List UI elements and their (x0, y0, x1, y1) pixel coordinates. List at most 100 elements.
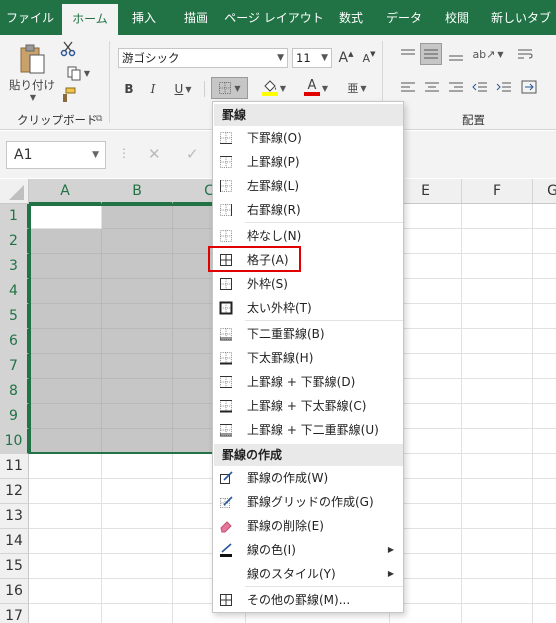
cell-a3[interactable] (29, 254, 102, 279)
phonetic-button[interactable]: 亜 ▼ (340, 77, 374, 99)
cell-b3[interactable] (102, 254, 173, 279)
clipboard-launcher-icon[interactable]: ⧉ (96, 114, 102, 124)
cell-f17[interactable] (462, 604, 533, 623)
cell-f12[interactable] (462, 479, 533, 504)
cell-g5[interactable] (533, 304, 556, 329)
row-header-3[interactable]: 3 (0, 254, 29, 279)
cell-f13[interactable] (462, 504, 533, 529)
row-header-5[interactable]: 5 (0, 304, 29, 329)
cell-b7[interactable] (102, 354, 173, 379)
cell-g15[interactable] (533, 554, 556, 579)
select-all-corner[interactable] (0, 179, 29, 204)
cell-b12[interactable] (102, 479, 173, 504)
tab-file[interactable]: ファイル (4, 0, 56, 35)
align-bottom-button[interactable] (446, 45, 466, 65)
font-color-button[interactable]: A ▼ (298, 77, 334, 99)
increase-indent-button[interactable] (494, 77, 514, 97)
row-header-16[interactable]: 16 (0, 579, 29, 604)
cell-f4[interactable] (462, 279, 533, 304)
cell-b10[interactable] (102, 429, 173, 454)
format-painter-button[interactable] (58, 85, 78, 105)
menu-item-bottom-border[interactable]: 下罫線(O) (214, 126, 403, 150)
cell-b2[interactable] (102, 229, 173, 254)
cell-a7[interactable] (29, 354, 102, 379)
borders-button[interactable]: ▼ (211, 77, 248, 99)
cell-b6[interactable] (102, 329, 173, 354)
column-header-f[interactable]: F (462, 179, 533, 204)
align-middle-button[interactable] (420, 43, 442, 65)
cell-a6[interactable] (29, 329, 102, 354)
row-header-6[interactable]: 6 (0, 329, 29, 354)
tab-data[interactable]: データ (380, 0, 428, 35)
column-header-a[interactable]: A (29, 179, 102, 204)
cell-a13[interactable] (29, 504, 102, 529)
cell-b4[interactable] (102, 279, 173, 304)
cell-a15[interactable] (29, 554, 102, 579)
align-right-button[interactable] (446, 77, 466, 97)
grow-font-button[interactable]: A ▲ (337, 48, 355, 68)
align-left-button[interactable] (398, 77, 418, 97)
cell-g4[interactable] (533, 279, 556, 304)
column-header-b[interactable]: B (102, 179, 173, 204)
merge-center-button[interactable] (518, 77, 540, 97)
cell-g9[interactable] (533, 404, 556, 429)
cell-f11[interactable] (462, 454, 533, 479)
cell-b14[interactable] (102, 529, 173, 554)
cell-g10[interactable] (533, 429, 556, 454)
menu-item-thick-bottom-border[interactable]: 下太罫線(H) (214, 346, 403, 370)
align-center-button[interactable] (422, 77, 442, 97)
cell-g2[interactable] (533, 229, 556, 254)
cell-g11[interactable] (533, 454, 556, 479)
cell-f3[interactable] (462, 254, 533, 279)
cell-b9[interactable] (102, 404, 173, 429)
menu-item-bottom-double-border[interactable]: 下二重罫線(B) (214, 322, 403, 346)
cell-g8[interactable] (533, 379, 556, 404)
cell-g17[interactable] (533, 604, 556, 623)
menu-item-no-border[interactable]: 枠なし(N) (214, 224, 403, 248)
cell-a4[interactable] (29, 279, 102, 304)
cell-g13[interactable] (533, 504, 556, 529)
cell-a12[interactable] (29, 479, 102, 504)
cell-b5[interactable] (102, 304, 173, 329)
cell-f8[interactable] (462, 379, 533, 404)
tab-review[interactable]: 校閲 (436, 0, 478, 35)
row-header-1[interactable]: 1 (0, 204, 29, 229)
confirm-entry-button[interactable]: ✓ (186, 145, 199, 163)
menu-item-draw-border[interactable]: 罫線の作成(W) (214, 466, 403, 490)
menu-item-thick-outside-borders[interactable]: 太い外枠(T) (214, 296, 403, 320)
italic-button[interactable]: I (144, 79, 162, 99)
menu-item-outside-borders[interactable]: 外枠(S) (214, 272, 403, 296)
cell-a9[interactable] (29, 404, 102, 429)
cell-f15[interactable] (462, 554, 533, 579)
cell-f2[interactable] (462, 229, 533, 254)
menu-item-line-color[interactable]: 線の色(I) ▶ (214, 538, 403, 562)
cell-f1[interactable] (462, 204, 533, 229)
cell-b8[interactable] (102, 379, 173, 404)
row-header-13[interactable]: 13 (0, 504, 29, 529)
shrink-font-button[interactable]: A ▼ (360, 48, 378, 68)
menu-item-top-thick-bottom-border[interactable]: 上罫線 + 下太罫線(C) (214, 394, 403, 418)
decrease-indent-button[interactable] (470, 77, 490, 97)
cell-g6[interactable] (533, 329, 556, 354)
cell-f6[interactable] (462, 329, 533, 354)
menu-item-left-border[interactable]: 左罫線(L) (214, 174, 403, 198)
fill-color-button[interactable]: ▼ (256, 77, 292, 99)
font-name-select[interactable]: 游ゴシック ▼ (118, 48, 288, 68)
menu-item-line-style[interactable]: 線のスタイル(Y) ▶ (214, 562, 403, 586)
cell-a5[interactable] (29, 304, 102, 329)
menu-item-top-bottom-border[interactable]: 上罫線 + 下罫線(D) (214, 370, 403, 394)
row-header-11[interactable]: 11 (0, 454, 29, 479)
tab-draw[interactable]: 描画 (172, 0, 220, 35)
cell-a16[interactable] (29, 579, 102, 604)
bold-button[interactable]: B (120, 79, 138, 99)
tab-home[interactable]: ホーム (62, 4, 118, 35)
row-header-4[interactable]: 4 (0, 279, 29, 304)
cell-a1[interactable] (29, 204, 102, 229)
cell-b16[interactable] (102, 579, 173, 604)
tab-new-tab[interactable]: 新しいタブ (486, 0, 556, 35)
cell-a2[interactable] (29, 229, 102, 254)
cell-b13[interactable] (102, 504, 173, 529)
cell-b1[interactable] (102, 204, 173, 229)
wrap-text-button[interactable] (514, 43, 536, 65)
cell-g16[interactable] (533, 579, 556, 604)
